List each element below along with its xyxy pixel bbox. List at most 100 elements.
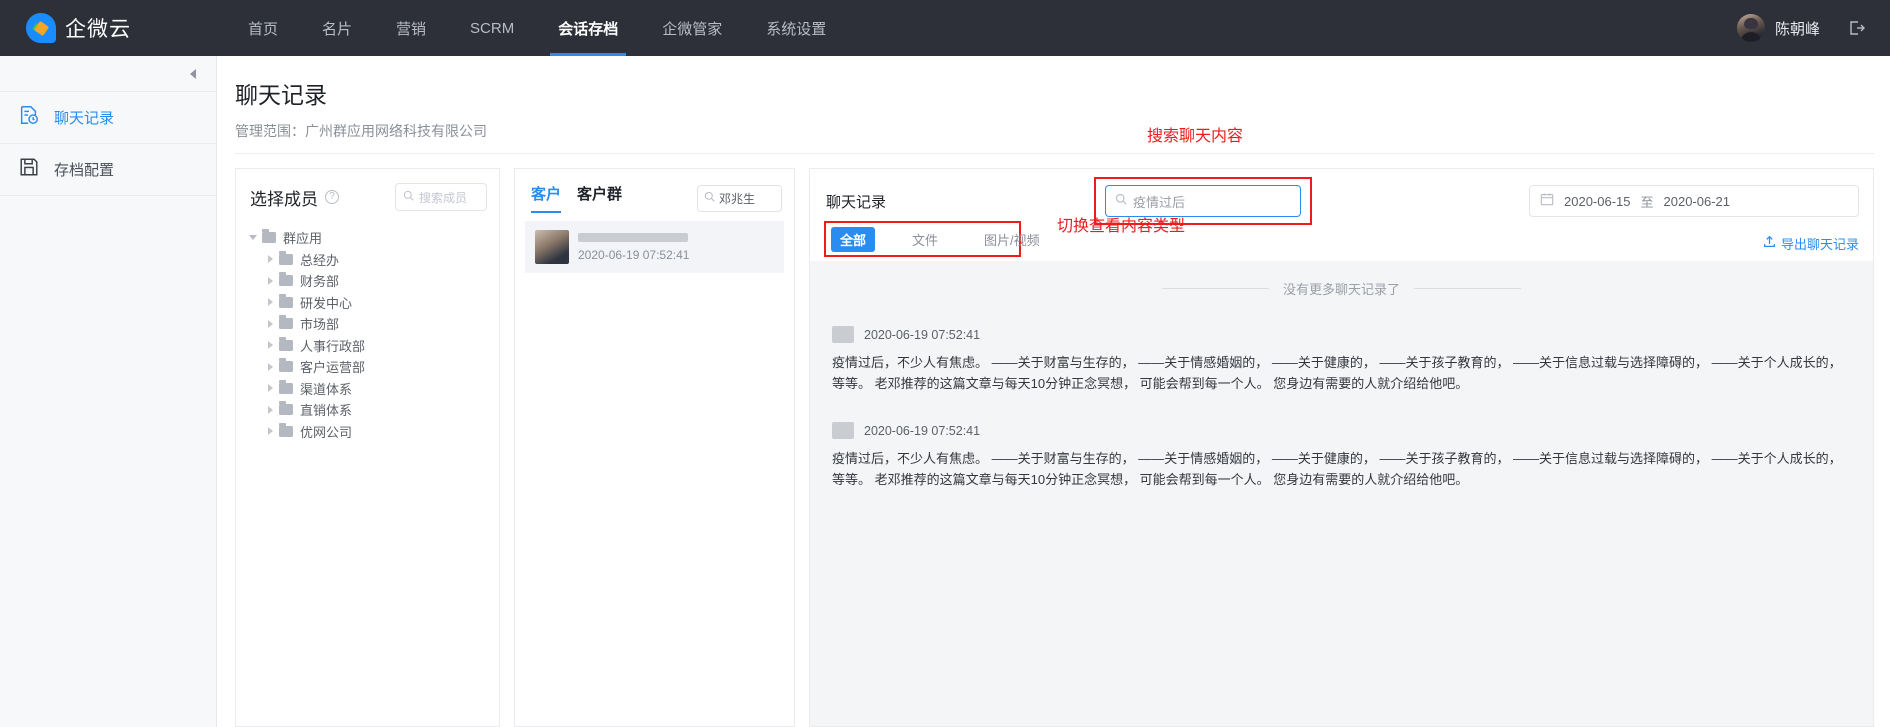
member-select-panel: 选择成员 ? 搜索成员 群应用 总经办 财务部 研发中心 市场部 人事行政部 客… bbox=[235, 168, 500, 727]
customer-panel: 客户 客户群 邓兆生 2020-06-19 07:52:41 bbox=[514, 168, 795, 727]
nav-item-home[interactable]: 首页 bbox=[226, 0, 300, 56]
filter-file[interactable]: 文件 bbox=[903, 227, 947, 252]
chevron-right-icon[interactable] bbox=[263, 319, 277, 328]
department-tree: 群应用 总经办 财务部 研发中心 市场部 人事行政部 客户运营部 渠道体系 直销… bbox=[236, 223, 499, 442]
annotation-switch-content-type: 切换查看内容类型 bbox=[1057, 218, 1186, 235]
avatar[interactable] bbox=[1736, 14, 1765, 42]
no-more-label: 没有更多聊天记录了 bbox=[1282, 282, 1400, 297]
chevron-right-icon[interactable] bbox=[263, 405, 277, 414]
chevron-down-icon[interactable] bbox=[246, 235, 260, 241]
folder-icon bbox=[279, 250, 293, 265]
customer-search-input[interactable]: 邓兆生 bbox=[697, 184, 782, 212]
nav-item-scrm[interactable]: SCRM bbox=[448, 0, 536, 56]
member-search-placeholder: 搜索成员 bbox=[419, 190, 468, 205]
folder-icon bbox=[279, 293, 293, 308]
nav-label: 会话存档 bbox=[558, 20, 619, 38]
nav-label: 营销 bbox=[396, 20, 427, 38]
message-text: 疫情过后，不少人有焦虑。 ——关于财富与生存的， ——关于情感婚姻的， ——关于… bbox=[832, 355, 1842, 391]
tree-node-3[interactable]: 市场部 bbox=[263, 313, 499, 335]
tree-node-label: 客户运营部 bbox=[300, 360, 366, 376]
member-panel-title: 选择成员 bbox=[250, 189, 318, 209]
content-type-filter-highlight: 全部 文件 图片/视频 bbox=[824, 221, 1040, 257]
date-range-picker[interactable]: 2020-06-15 至 2020-06-21 bbox=[1529, 185, 1859, 217]
tree-node-5[interactable]: 客户运营部 bbox=[263, 356, 499, 378]
tree-node-8[interactable]: 优网公司 bbox=[263, 421, 499, 443]
tree-node-6[interactable]: 渠道体系 bbox=[263, 378, 499, 400]
page-title: 聊天记录 bbox=[235, 82, 327, 108]
sidebar-item-chat-history[interactable]: 聊天记录 bbox=[0, 92, 216, 144]
tab-customer[interactable]: 客户 bbox=[531, 183, 562, 213]
nav-item-marketing[interactable]: 营销 bbox=[374, 0, 448, 56]
tree-node-root[interactable]: 群应用 bbox=[246, 227, 499, 249]
nav-label: 系统设置 bbox=[766, 20, 827, 38]
customer-search-value: 邓兆生 bbox=[719, 191, 756, 206]
sidebar-item-label: 聊天记录 bbox=[54, 110, 115, 127]
tree-node-label: 渠道体系 bbox=[300, 381, 353, 397]
date-start-value: 2020-06-15 bbox=[1564, 193, 1631, 209]
folder-icon bbox=[279, 358, 293, 373]
top-navbar: 企微云 首页 名片 营销 SCRM 会话存档 企微管家 系统设置 陈朝峰 bbox=[0, 0, 1890, 56]
folder-icon bbox=[279, 315, 293, 330]
chevron-right-icon[interactable] bbox=[263, 255, 277, 264]
chevron-right-icon[interactable] bbox=[263, 341, 277, 350]
customer-meta: 2020-06-19 07:52:41 bbox=[578, 232, 690, 262]
customer-last-time: 2020-06-19 07:52:41 bbox=[578, 247, 690, 262]
search-icon bbox=[403, 188, 414, 206]
chevron-right-icon[interactable] bbox=[263, 276, 277, 285]
left-sidebar: 聊天记录 存档配置 bbox=[0, 56, 217, 727]
tree-node-1[interactable]: 财务部 bbox=[263, 270, 499, 292]
sidebar-item-label: 存档配置 bbox=[54, 162, 115, 179]
export-chat-button[interactable]: 导出聊天记录 bbox=[1763, 234, 1859, 253]
tab-label: 客户群 bbox=[577, 186, 623, 203]
filter-image-video[interactable]: 图片/视频 bbox=[975, 227, 1049, 252]
folder-icon bbox=[262, 229, 276, 244]
avatar bbox=[535, 230, 569, 264]
customer-tabs: 客户 客户群 bbox=[531, 183, 622, 213]
main-content: 聊天记录 管理范围：广州群应用网络科技有限公司 选择成员 ? 搜索成员 群应用 … bbox=[217, 56, 1890, 727]
nav-item-session-archive[interactable]: 会话存档 bbox=[536, 0, 640, 56]
tree-node-4[interactable]: 人事行政部 bbox=[263, 335, 499, 357]
folder-icon bbox=[279, 336, 293, 351]
member-search-input[interactable]: 搜索成员 bbox=[395, 183, 487, 211]
logout-icon[interactable] bbox=[1846, 18, 1866, 38]
collapse-left-icon bbox=[190, 68, 196, 79]
upload-icon bbox=[1763, 235, 1776, 251]
nav-item-system-settings[interactable]: 系统设置 bbox=[744, 0, 848, 56]
chevron-right-icon[interactable] bbox=[263, 384, 277, 393]
nav-item-steward[interactable]: 企微管家 bbox=[640, 0, 744, 56]
nav-item-cards[interactable]: 名片 bbox=[300, 0, 374, 56]
tree-node-7[interactable]: 直销体系 bbox=[263, 399, 499, 421]
nav-items: 首页 名片 营销 SCRM 会话存档 企微管家 系统设置 bbox=[226, 0, 848, 56]
customer-panel-header: 客户 客户群 邓兆生 bbox=[515, 169, 794, 213]
tree-node-label: 优网公司 bbox=[300, 424, 353, 440]
tree-node-0[interactable]: 总经办 bbox=[263, 249, 499, 271]
folder-icon bbox=[279, 272, 293, 287]
question-mark-icon[interactable]: ? bbox=[325, 190, 339, 204]
list-item[interactable]: 2020-06-19 07:52:41 bbox=[525, 221, 784, 273]
tree-node-label: 财务部 bbox=[300, 274, 340, 290]
chat-history-icon bbox=[18, 104, 40, 131]
chevron-right-icon[interactable] bbox=[263, 298, 277, 307]
tree-node-label: 直销体系 bbox=[300, 403, 353, 419]
chevron-right-icon[interactable] bbox=[263, 362, 277, 371]
nav-label: 名片 bbox=[322, 20, 353, 38]
user-area: 陈朝峰 bbox=[1736, 14, 1866, 42]
sidebar-item-archive-config[interactable]: 存档配置 bbox=[0, 144, 216, 196]
message-header: 2020-06-19 07:52:41 bbox=[832, 326, 1851, 343]
nav-label: 首页 bbox=[248, 20, 279, 38]
tree-node-label: 总经办 bbox=[300, 252, 340, 268]
chevron-right-icon[interactable] bbox=[263, 427, 277, 436]
body-wrapper: 聊天记录 存档配置 聊天记录 管理范围：广州群应用网络科技有限公司 选择成员 ? bbox=[0, 56, 1890, 727]
sidebar-collapse-button[interactable] bbox=[0, 56, 216, 92]
tree-node-2[interactable]: 研发中心 bbox=[263, 292, 499, 314]
messages-list[interactable]: 没有更多聊天记录了 2020-06-19 07:52:41 疫情过后，不少人有焦… bbox=[810, 261, 1873, 726]
filter-all[interactable]: 全部 bbox=[831, 226, 876, 252]
tree-node-label: 研发中心 bbox=[300, 295, 353, 311]
brand-name: 企微云 bbox=[65, 18, 131, 41]
chat-panel-header: 聊天记录 疫情过后 2020-06-15 至 2020-06-21 bbox=[810, 169, 1873, 225]
date-separator: 至 bbox=[1640, 194, 1654, 210]
brand-logo[interactable]: 企微云 bbox=[26, 13, 176, 43]
customer-list: 2020-06-19 07:52:41 bbox=[515, 213, 794, 273]
tree-node-label: 群应用 bbox=[283, 231, 323, 247]
tab-customer-group[interactable]: 客户群 bbox=[577, 183, 622, 213]
